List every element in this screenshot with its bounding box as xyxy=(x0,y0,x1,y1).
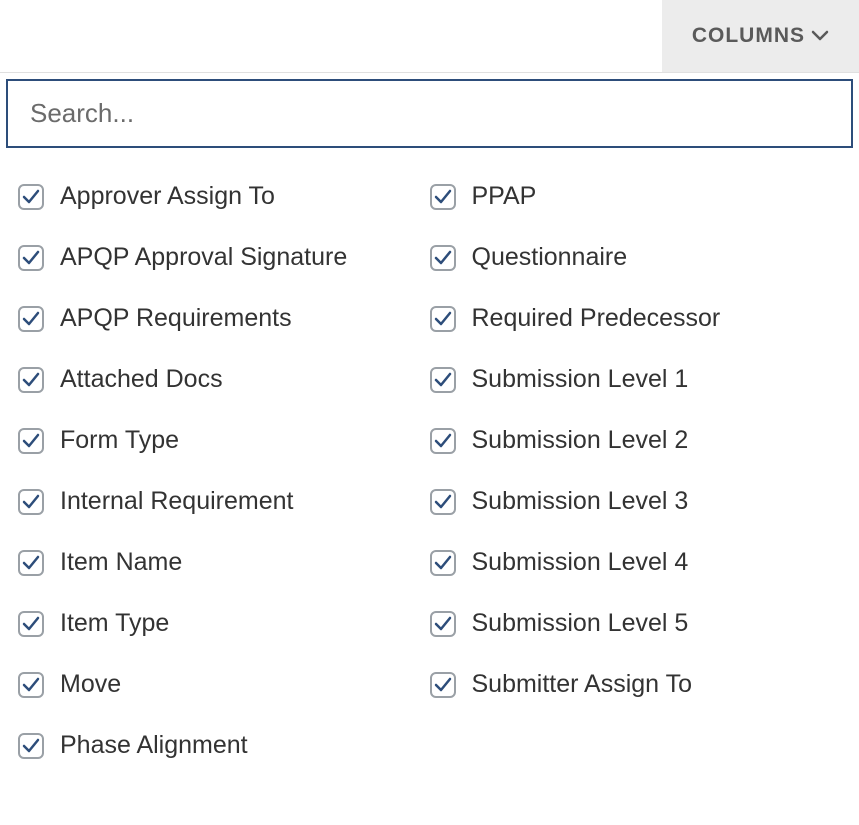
columns-button-label: COLUMNS xyxy=(692,24,805,48)
columns-right: PPAP Questionnaire Required Predecessor … xyxy=(430,166,842,776)
column-option-item-name[interactable]: Item Name xyxy=(18,532,430,593)
checkbox-icon xyxy=(18,184,44,210)
column-option-label: Submission Level 2 xyxy=(472,426,689,455)
column-option-required-predecessor[interactable]: Required Predecessor xyxy=(430,288,842,349)
column-option-questionnaire[interactable]: Questionnaire xyxy=(430,227,842,288)
column-option-label: Submission Level 1 xyxy=(472,365,689,394)
column-option-label: Phase Alignment xyxy=(60,731,248,760)
checkbox-icon xyxy=(430,550,456,576)
checkbox-icon xyxy=(430,306,456,332)
column-option-label: Required Predecessor xyxy=(472,304,721,333)
column-option-label: Submission Level 3 xyxy=(472,487,689,516)
checkbox-icon xyxy=(18,367,44,393)
column-option-submission-level-5[interactable]: Submission Level 5 xyxy=(430,593,842,654)
checkbox-icon xyxy=(430,672,456,698)
column-option-submission-level-2[interactable]: Submission Level 2 xyxy=(430,410,842,471)
column-option-submitter-assign-to[interactable]: Submitter Assign To xyxy=(430,654,842,715)
column-option-internal-requirement[interactable]: Internal Requirement xyxy=(18,471,430,532)
column-option-label: Move xyxy=(60,670,121,699)
column-option-approver-assign-to[interactable]: Approver Assign To xyxy=(18,166,430,227)
column-option-move[interactable]: Move xyxy=(18,654,430,715)
chevron-down-icon xyxy=(811,24,829,48)
column-option-label: Form Type xyxy=(60,426,179,455)
header-bar: COLUMNS xyxy=(0,0,859,73)
checkbox-icon xyxy=(18,306,44,332)
checkbox-icon xyxy=(430,184,456,210)
column-option-label: Attached Docs xyxy=(60,365,223,394)
checkbox-icon xyxy=(18,611,44,637)
column-option-label: PPAP xyxy=(472,182,537,211)
column-option-apqp-approval-signature[interactable]: APQP Approval Signature xyxy=(18,227,430,288)
columns-left: Approver Assign To APQP Approval Signatu… xyxy=(18,166,430,776)
column-option-label: Submitter Assign To xyxy=(472,670,692,699)
column-option-form-type[interactable]: Form Type xyxy=(18,410,430,471)
search-input[interactable] xyxy=(6,79,853,148)
column-option-label: Internal Requirement xyxy=(60,487,293,516)
column-option-ppap[interactable]: PPAP xyxy=(430,166,842,227)
checkbox-icon xyxy=(18,245,44,271)
column-option-label: Submission Level 4 xyxy=(472,548,689,577)
column-option-submission-level-4[interactable]: Submission Level 4 xyxy=(430,532,842,593)
column-option-submission-level-1[interactable]: Submission Level 1 xyxy=(430,349,842,410)
columns-checkbox-list: Approver Assign To APQP Approval Signatu… xyxy=(0,148,859,776)
checkbox-icon xyxy=(430,611,456,637)
column-option-phase-alignment[interactable]: Phase Alignment xyxy=(18,715,430,776)
checkbox-icon xyxy=(18,550,44,576)
column-option-label: APQP Requirements xyxy=(60,304,292,333)
column-option-label: Item Name xyxy=(60,548,182,577)
columns-dropdown-button[interactable]: COLUMNS xyxy=(662,0,859,72)
column-option-label: APQP Approval Signature xyxy=(60,243,347,272)
checkbox-icon xyxy=(18,489,44,515)
checkbox-icon xyxy=(430,245,456,271)
search-container xyxy=(0,73,859,148)
checkbox-icon xyxy=(18,428,44,454)
checkbox-icon xyxy=(18,733,44,759)
checkbox-icon xyxy=(18,672,44,698)
checkbox-icon xyxy=(430,367,456,393)
checkbox-icon xyxy=(430,428,456,454)
column-option-label: Questionnaire xyxy=(472,243,628,272)
column-option-label: Item Type xyxy=(60,609,169,638)
column-option-submission-level-3[interactable]: Submission Level 3 xyxy=(430,471,842,532)
column-option-label: Submission Level 5 xyxy=(472,609,689,638)
checkbox-icon xyxy=(430,489,456,515)
column-option-label: Approver Assign To xyxy=(60,182,275,211)
column-option-item-type[interactable]: Item Type xyxy=(18,593,430,654)
column-option-attached-docs[interactable]: Attached Docs xyxy=(18,349,430,410)
column-option-apqp-requirements[interactable]: APQP Requirements xyxy=(18,288,430,349)
